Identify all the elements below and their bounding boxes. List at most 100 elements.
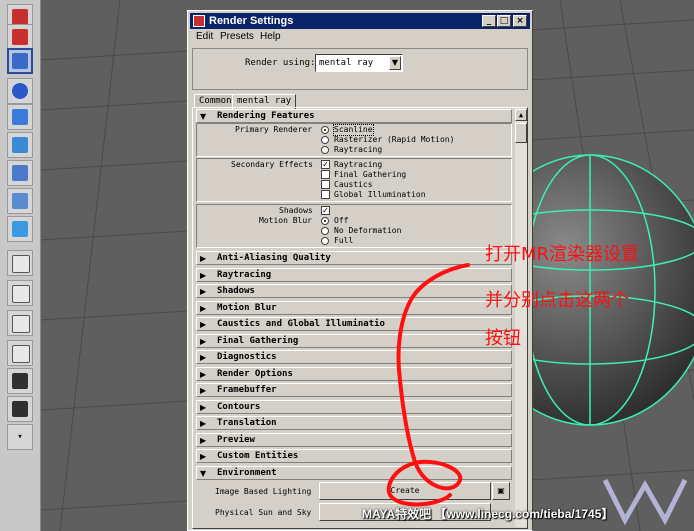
section-rendering-features[interactable]: ▼ Rendering Features (196, 109, 512, 123)
render-using-value: mental ray (319, 58, 374, 68)
section-contours[interactable]: ▶ Contours (196, 400, 512, 414)
title-bar[interactable]: Render Settings _ □ × (190, 13, 530, 29)
scanline-label[interactable]: Scanline (333, 124, 374, 136)
caustics-checkbox[interactable] (321, 180, 330, 189)
section-motion-blur[interactable]: ▶ Motion Blur (196, 301, 512, 315)
scanline-radio[interactable] (321, 126, 329, 134)
section-title: Raytracing (217, 270, 272, 280)
section-final-gathering[interactable]: ▶ Final Gathering (196, 334, 512, 348)
raytracing-effect-label[interactable]: Raytracing (334, 160, 382, 170)
dopesheet-layout-icon[interactable] (7, 396, 33, 422)
soft-mod-tool-icon[interactable] (7, 188, 33, 214)
tab-common[interactable]: Common (194, 94, 237, 108)
rotate-tool-icon[interactable] (7, 104, 33, 130)
maya-app-icon (193, 15, 205, 27)
section-diagnostics[interactable]: ▶ Diagnostics (196, 350, 512, 364)
universal-manipulator-icon[interactable] (7, 160, 33, 186)
section-title: Final Gathering (217, 336, 299, 346)
section-title: Contours (217, 402, 261, 412)
scroll-thumb[interactable] (515, 123, 527, 143)
expand-triangle-icon: ▶ (200, 403, 207, 412)
chevron-down-icon[interactable]: ▼ (389, 56, 401, 70)
scale-tool-icon[interactable] (7, 132, 33, 158)
raytracing-checkbox[interactable]: ✓ (321, 160, 330, 169)
scroll-up-icon[interactable]: ▲ (515, 109, 527, 121)
graph-editor-layout-icon[interactable] (7, 340, 33, 366)
section-title: Anti-Aliasing Quality (217, 253, 331, 263)
section-translation[interactable]: ▶ Translation (196, 416, 512, 430)
expand-triangle-icon: ▶ (200, 386, 207, 395)
rasterizer-label[interactable]: Rasterizer (Rapid Motion) (334, 135, 454, 145)
motion-blur-full-radio[interactable] (321, 237, 329, 245)
secondary-effects-label: Secondary Effects (231, 160, 313, 169)
ibl-label: Image Based Lighting (215, 487, 312, 496)
raytracing-label[interactable]: Raytracing (334, 145, 382, 155)
ibl-create-button[interactable]: Create (319, 482, 491, 500)
global-illumination-label[interactable]: Global Illumination (334, 190, 426, 200)
section-title: Motion Blur (217, 303, 277, 313)
caustics-label[interactable]: Caustics (334, 180, 373, 190)
no-deformation-label[interactable]: No Deformation (334, 226, 401, 236)
render-using-dropdown[interactable]: mental ray ▼ (315, 54, 403, 72)
menu-help[interactable]: Help (260, 31, 281, 42)
motion-blur-label: Motion Blur (259, 216, 312, 225)
final-gathering-label[interactable]: Final Gathering (334, 170, 406, 180)
primary-renderer-label: Primary Renderer (235, 125, 313, 134)
shadows-checkbox[interactable]: ✓ (321, 206, 330, 215)
window-title: Render Settings (209, 15, 294, 27)
sun-sky-create-button[interactable] (319, 503, 491, 521)
show-manipulator-icon[interactable] (7, 216, 33, 242)
ibl-map-icon[interactable]: ▣ (492, 482, 510, 500)
minimize-button[interactable]: _ (482, 15, 496, 27)
collapse-triangle-icon: ▼ (200, 469, 207, 478)
paint-select-tool-icon[interactable] (7, 48, 33, 74)
no-deformation-radio[interactable] (321, 227, 329, 235)
expand-triangle-icon: ▶ (200, 370, 207, 379)
collapse-triangle-icon: ▼ (200, 112, 207, 121)
outliner-layout-icon[interactable] (7, 310, 33, 336)
section-preview[interactable]: ▶ Preview (196, 433, 512, 447)
section-title: Environment (217, 468, 277, 478)
primary-renderer-group: Primary Renderer Scanline Rasterizer (Ra… (196, 123, 512, 157)
section-title: Framebuffer (217, 385, 277, 395)
layout-dropdown-icon[interactable]: ▾ (7, 424, 33, 450)
expand-triangle-icon: ▶ (200, 436, 207, 445)
expand-triangle-icon: ▶ (200, 271, 207, 280)
single-view-layout-icon[interactable] (7, 250, 33, 276)
expand-triangle-icon: ▶ (200, 304, 207, 313)
close-button[interactable]: × (513, 15, 527, 27)
tool-shelf: ▾ (0, 0, 41, 531)
rasterizer-radio[interactable] (321, 136, 329, 144)
section-framebuffer[interactable]: ▶ Framebuffer (196, 383, 512, 397)
maximize-button[interactable]: □ (497, 15, 511, 27)
lasso-tool-icon[interactable] (7, 24, 33, 50)
motion-blur-off-radio[interactable] (321, 217, 329, 225)
secondary-effects-group: Secondary Effects ✓ Raytracing Final Gat… (196, 158, 512, 202)
motion-blur-off-label[interactable]: Off (334, 216, 348, 226)
motion-blur-full-label[interactable]: Full (334, 236, 353, 246)
section-raytracing[interactable]: ▶ Raytracing (196, 268, 512, 282)
hypershade-layout-icon[interactable] (7, 368, 33, 394)
menu-edit[interactable]: Edit (196, 31, 213, 42)
section-title: Diagnostics (217, 352, 277, 362)
section-caustics-gi[interactable]: ▶ Caustics and Global Illuminatio (196, 317, 512, 331)
menu-presets[interactable]: Presets (220, 31, 254, 42)
section-custom-entities[interactable]: ▶ Custom Entities (196, 449, 512, 463)
section-anti-aliasing[interactable]: ▶ Anti-Aliasing Quality (196, 251, 512, 265)
expand-triangle-icon: ▶ (200, 419, 207, 428)
section-environment[interactable]: ▼ Environment (196, 466, 512, 480)
raytracing-radio[interactable] (321, 146, 329, 154)
move-tool-icon[interactable] (7, 78, 33, 104)
section-title: Custom Entities (217, 451, 299, 461)
section-title: Shadows (217, 286, 255, 296)
section-render-options[interactable]: ▶ Render Options (196, 367, 512, 381)
final-gathering-checkbox[interactable] (321, 170, 330, 179)
panel-scrollbar[interactable]: ▲ (515, 109, 527, 527)
section-shadows[interactable]: ▶ Shadows (196, 284, 512, 298)
shadows-label: Shadows (279, 206, 313, 215)
expand-triangle-icon: ▶ (200, 353, 207, 362)
section-title: Translation (217, 418, 277, 428)
menu-bar: Edit Presets Help (190, 30, 530, 44)
four-view-layout-icon[interactable] (7, 280, 33, 306)
global-illumination-checkbox[interactable] (321, 190, 330, 199)
